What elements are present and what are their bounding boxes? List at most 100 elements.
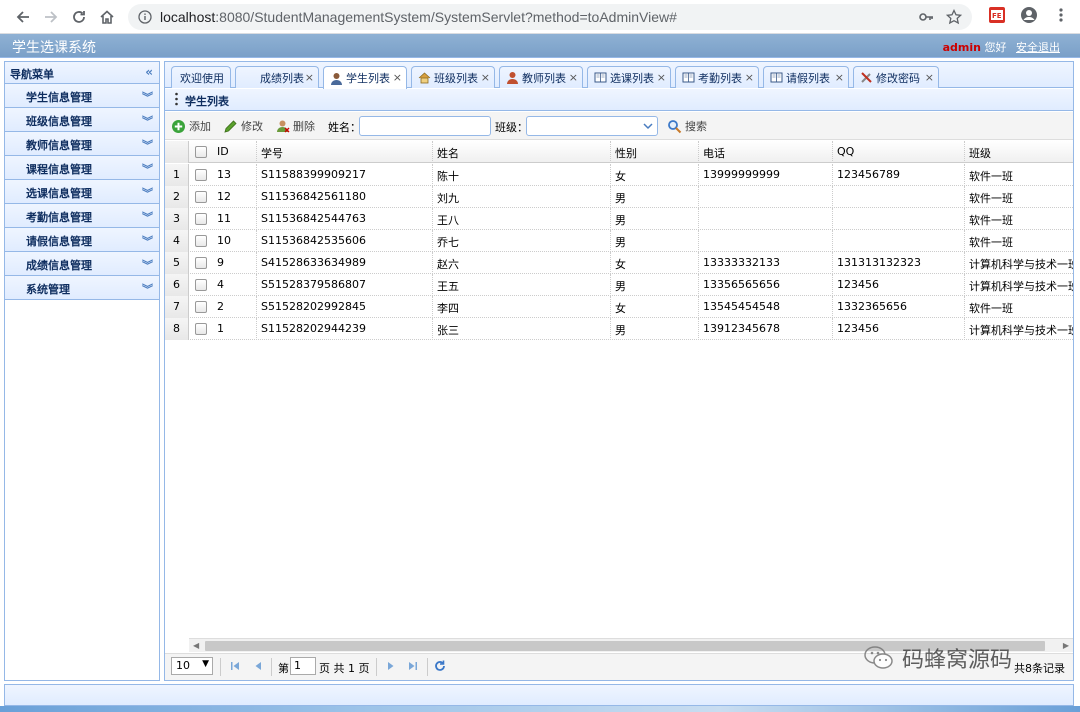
cell-id: 2 — [213, 296, 257, 318]
column-header[interactable]: 性别 — [611, 141, 699, 163]
column-header[interactable]: 电话 — [699, 141, 833, 163]
refresh-icon[interactable] — [433, 659, 447, 673]
back-button[interactable] — [12, 6, 34, 28]
collapse-left-icon[interactable]: « — [145, 65, 153, 79]
add-button[interactable]: 添加 — [171, 117, 211, 135]
cell-cls: 软件一班 — [965, 230, 1073, 252]
extension-icon[interactable]: FE — [988, 6, 1006, 24]
row-checkbox[interactable] — [195, 301, 207, 313]
row-checkbox[interactable] — [195, 191, 207, 203]
close-icon[interactable]: × — [393, 71, 402, 84]
account-icon[interactable] — [1020, 6, 1038, 24]
info-icon[interactable] — [138, 10, 152, 24]
sidebar-item[interactable]: 考勤信息管理 ︾ — [5, 204, 159, 228]
close-icon[interactable]: × — [305, 71, 314, 84]
tab[interactable]: 请假列表 × — [763, 66, 849, 88]
prev-page-icon[interactable] — [251, 659, 265, 673]
sidebar-item[interactable]: 系统管理 ︾ — [5, 276, 159, 300]
name-search-input[interactable] — [359, 116, 491, 136]
tab[interactable]: 欢迎使用 — [171, 66, 231, 88]
table-row[interactable]: 2 12 S11536842561180 刘九男 软件一班 — [165, 186, 1073, 208]
column-header[interactable]: QQ — [833, 141, 965, 163]
table-row[interactable]: 6 4 S51528379586807 王五男 13356565656 123456 计算机… — [165, 274, 1073, 296]
menu-dots-icon[interactable] — [1052, 6, 1070, 24]
delete-button[interactable]: 删除 — [275, 117, 315, 135]
tab[interactable]: 修改密码 × — [853, 66, 939, 88]
close-icon[interactable]: × — [657, 71, 666, 84]
chevron-down-icon[interactable]: ︾ — [142, 185, 153, 201]
chevron-down-icon[interactable]: ︾ — [142, 233, 153, 249]
row-checkbox[interactable] — [195, 323, 207, 335]
cell-phone: 13356565656 — [699, 274, 833, 296]
page-number-input[interactable]: 1 — [290, 657, 316, 675]
row-checkbox[interactable] — [195, 235, 207, 247]
column-header[interactable]: 姓名 — [433, 141, 611, 163]
close-icon[interactable]: × — [745, 71, 754, 84]
row-checkbox[interactable] — [195, 257, 207, 269]
chevron-down-icon[interactable]: ︾ — [142, 137, 153, 153]
page-size-select[interactable]: 10 ▼ — [171, 657, 213, 675]
chevron-down-icon[interactable]: ︾ — [142, 89, 153, 105]
first-page-icon[interactable] — [228, 659, 242, 673]
close-icon[interactable]: × — [835, 71, 844, 84]
table-row[interactable]: 3 11 S11536842544763 王八男 软件一班 — [165, 208, 1073, 230]
address-bar[interactable]: localhost:8080/StudentManagementSystem/S… — [128, 4, 972, 30]
chevron-down-icon[interactable]: ︾ — [142, 113, 153, 129]
class-select[interactable] — [526, 116, 658, 136]
row-checkbox[interactable] — [195, 169, 207, 181]
sidebar-item[interactable]: 选课信息管理 ︾ — [5, 180, 159, 204]
drag-handle-icon — [175, 92, 178, 106]
sidebar-item-label: 课程信息管理 — [26, 163, 92, 176]
column-header[interactable]: 学号 — [257, 141, 433, 163]
sidebar-item[interactable]: 教师信息管理 ︾ — [5, 132, 159, 156]
table-row[interactable]: 7 2 S51528202992845 李四女 13545454548 133236565… — [165, 296, 1073, 318]
sidebar-item[interactable]: 请假信息管理 ︾ — [5, 228, 159, 252]
close-icon[interactable]: × — [481, 71, 490, 84]
forward-button[interactable] — [40, 6, 62, 28]
last-page-icon[interactable] — [406, 659, 420, 673]
tab[interactable]: 学生列表 × — [323, 66, 407, 89]
table-row[interactable]: 4 10 S11536842535606 乔七男 软件一班 — [165, 230, 1073, 252]
search-button[interactable]: 搜索 — [667, 117, 707, 135]
tab[interactable]: 班级列表 × — [411, 66, 495, 88]
table-row[interactable]: 1 13 S11588399909217 陈十女 13999999999 12345678… — [165, 164, 1073, 186]
chevron-down-icon[interactable]: ︾ — [142, 257, 153, 273]
tab[interactable]: 成绩列表 × — [235, 66, 319, 88]
sidebar-item[interactable]: 成绩信息管理 ︾ — [5, 252, 159, 276]
column-header[interactable]: 班级 — [965, 141, 1073, 163]
reload-button[interactable] — [68, 6, 90, 28]
next-page-icon[interactable] — [384, 659, 398, 673]
row-checkbox[interactable] — [195, 279, 207, 291]
logout-link[interactable]: 安全退出 — [1016, 41, 1060, 54]
chevron-down-icon[interactable]: ︾ — [142, 161, 153, 177]
sidebar-item[interactable]: 学生信息管理 ︾ — [5, 84, 159, 108]
cell-id: 11 — [213, 208, 257, 230]
cell-phone — [699, 230, 833, 252]
tab-label: 欢迎使用 — [180, 71, 224, 85]
divider — [271, 658, 272, 676]
row-checkbox[interactable] — [195, 213, 207, 225]
cell-qq: 123456789 — [833, 164, 965, 186]
close-icon[interactable]: × — [925, 71, 934, 84]
tab[interactable]: 选课列表 × — [587, 66, 671, 88]
column-header[interactable]: ID — [213, 141, 257, 163]
select-all-checkbox[interactable] — [195, 146, 207, 158]
tab[interactable]: 考勤列表 × — [675, 66, 759, 88]
star-icon[interactable] — [946, 9, 962, 25]
chevron-down-icon[interactable]: ︾ — [142, 209, 153, 225]
key-icon[interactable] — [918, 9, 934, 25]
edit-button[interactable]: 修改 — [223, 117, 263, 135]
home-button[interactable] — [96, 6, 118, 28]
tabs-bar: 欢迎使用 成绩列表 × 学生列表 × 班级列表 × 教师列表 × 选课列表 × 考勤列表 × 请假列表 × 修… — [165, 62, 1073, 89]
cell-cls: 软件一班 — [965, 296, 1073, 318]
chevron-down-icon[interactable]: ︾ — [142, 281, 153, 297]
tab[interactable]: 教师列表 × — [499, 66, 583, 88]
sidebar-item[interactable]: 班级信息管理 ︾ — [5, 108, 159, 132]
scroll-left-icon[interactable]: ◀ — [193, 641, 199, 650]
table-row[interactable]: 5 9 S41528633634989 赵六女 13333332133 131313132… — [165, 252, 1073, 274]
close-icon[interactable]: × — [569, 71, 578, 84]
scroll-right-icon[interactable]: ▶ — [1063, 641, 1069, 650]
tab-label: 请假列表 — [786, 71, 830, 85]
sidebar-item[interactable]: 课程信息管理 ︾ — [5, 156, 159, 180]
table-row[interactable]: 8 1 S11528202944239 张三男 13912345678 123456 计算机… — [165, 318, 1073, 340]
